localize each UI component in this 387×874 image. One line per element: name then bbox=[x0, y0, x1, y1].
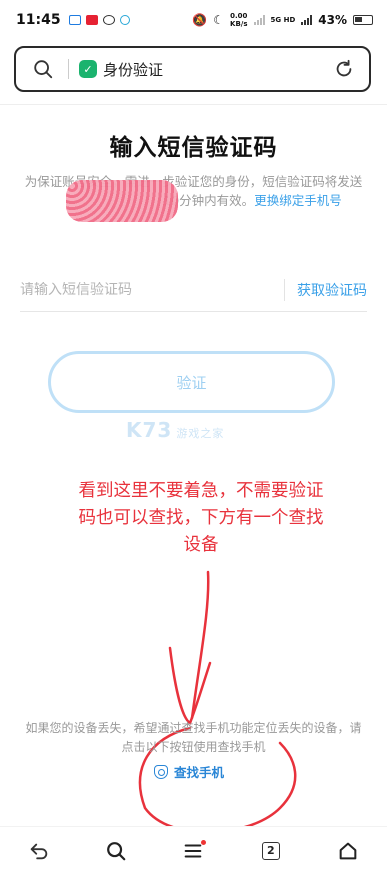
redacted-phone-number bbox=[66, 180, 178, 222]
search-icon bbox=[107, 841, 126, 860]
annotation-arrow-drawing bbox=[138, 570, 297, 834]
net-speed: 0.00 KB/s bbox=[230, 12, 247, 28]
network-type: 5G HD bbox=[270, 16, 296, 24]
battery-percent: 43% bbox=[318, 13, 347, 27]
menu-button[interactable] bbox=[171, 831, 215, 871]
reload-icon[interactable] bbox=[333, 58, 355, 80]
cloud-icon bbox=[68, 15, 81, 25]
find-device-icon bbox=[154, 764, 168, 779]
mute-icon: 🔕 bbox=[192, 13, 208, 27]
address-bar[interactable]: ✓ 身份验证 bbox=[14, 46, 371, 92]
watermark-logo: K73 游戏之家 bbox=[126, 418, 224, 442]
address-separator bbox=[68, 59, 69, 79]
home-icon bbox=[339, 842, 357, 859]
signal-icon bbox=[253, 15, 265, 25]
tab-count-icon: 2 bbox=[261, 841, 280, 860]
status-bar: 11:45 🔕 ☾ 0.00 KB/s 5G HD 43% bbox=[0, 0, 387, 40]
signal-icon-2 bbox=[301, 15, 313, 25]
home-button[interactable] bbox=[326, 831, 370, 871]
red-annotation: 看到这里不要着急，不需要验证码也可以查找，下方有一个查找设备 bbox=[78, 481, 324, 555]
sync-icon bbox=[102, 15, 115, 25]
net-speed-value: 0.00 bbox=[230, 12, 248, 20]
back-button[interactable] bbox=[17, 831, 61, 871]
search-notification-icon bbox=[119, 15, 130, 25]
page-title: 输入短信验证码 bbox=[109, 135, 278, 161]
watermark-text: K73 bbox=[126, 418, 173, 442]
net-speed-unit: KB/s bbox=[230, 20, 248, 28]
find-phone-button[interactable]: 查找手机 bbox=[154, 762, 224, 781]
search-icon[interactable] bbox=[32, 58, 54, 80]
tabs-button[interactable]: 2 bbox=[249, 831, 293, 871]
address-title[interactable]: 身份验证 bbox=[103, 59, 163, 80]
sms-code-input[interactable] bbox=[20, 281, 284, 298]
verify-button[interactable]: 验证 bbox=[48, 351, 335, 413]
notification-dot bbox=[201, 839, 207, 845]
battery-icon bbox=[353, 15, 373, 25]
find-phone-label[interactable]: 查找手机 bbox=[174, 762, 224, 781]
header-divider bbox=[0, 104, 387, 105]
get-code-button[interactable]: 获取验证码 bbox=[297, 280, 367, 300]
get-code-separator bbox=[284, 278, 285, 301]
status-time: 11:45 bbox=[16, 12, 61, 28]
change-phone-link[interactable]: 更换绑定手机号 bbox=[254, 193, 342, 208]
sms-input-row: 获取验证码 bbox=[20, 268, 367, 312]
bottom-navigation: 2 bbox=[0, 826, 387, 874]
search-nav-button[interactable] bbox=[94, 831, 138, 871]
back-icon bbox=[30, 843, 47, 859]
status-right: 🔕 ☾ 0.00 KB/s 5G HD 43% bbox=[192, 12, 373, 28]
lost-device-text: 如果您的设备丢失，希望通过查找手机功能定位丢失的设备，请点击以下按钮使用查找手机 bbox=[25, 721, 362, 754]
notification-icons bbox=[68, 15, 130, 25]
app-notification-icon bbox=[85, 15, 98, 25]
moon-icon: ☾ bbox=[213, 13, 225, 27]
watermark-subtext: 游戏之家 bbox=[176, 427, 225, 440]
security-shield-icon: ✓ bbox=[79, 60, 97, 78]
